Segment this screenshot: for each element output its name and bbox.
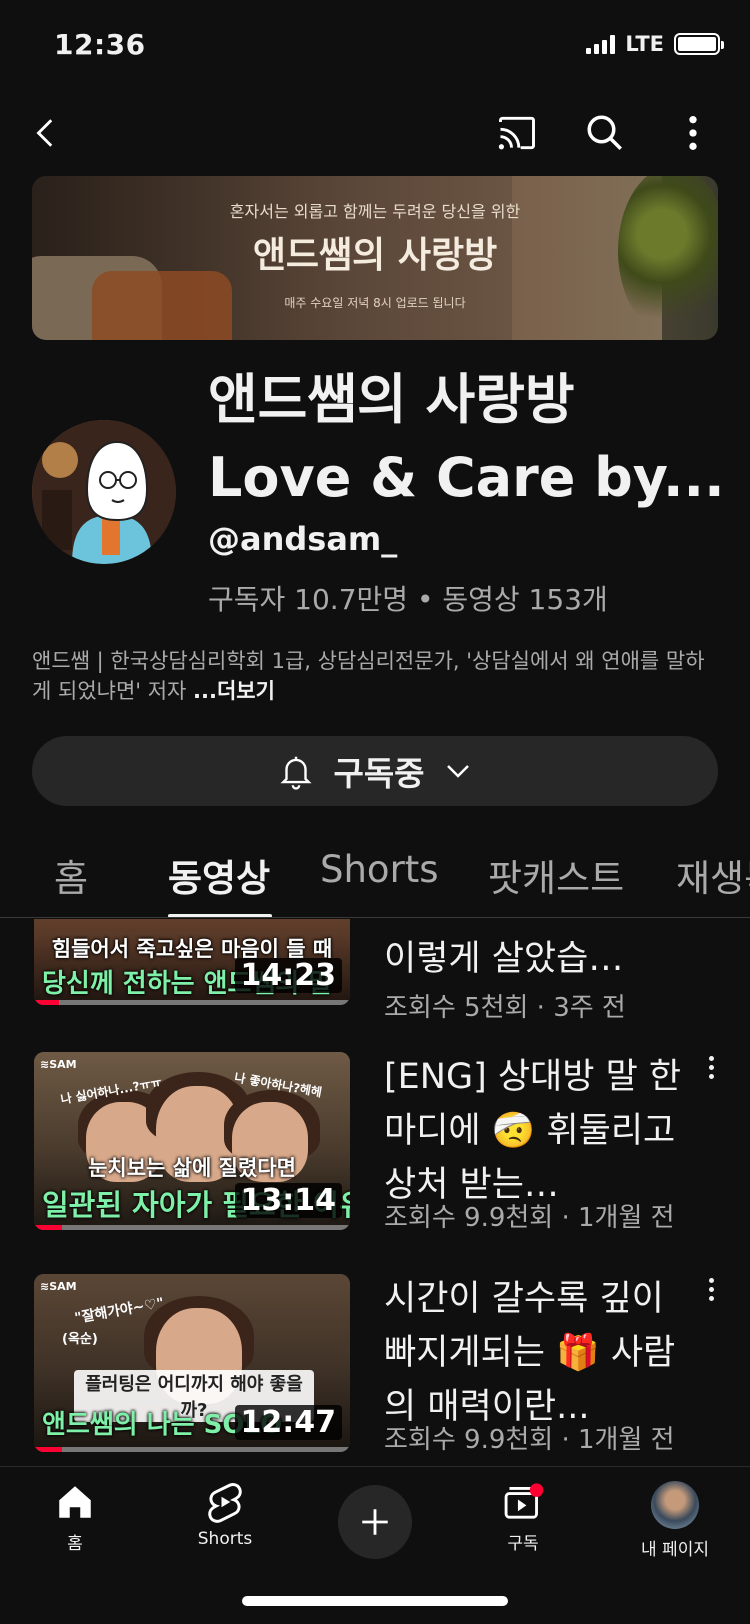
bell-icon [280,756,312,790]
subscriptions-icon [504,1483,544,1519]
create-button[interactable] [338,1485,412,1559]
nav-me[interactable]: 내 페이지 [620,1481,730,1560]
thumbnail-bubble: (옥순) [62,1332,98,1347]
chevron-down-icon [446,765,469,778]
status-icons: LTE [586,32,724,56]
video-item[interactable]: ≋SAM "잘해가야~♡" (옥순) 플러팅은 어디까지 해야 좋을까? 앤드쌤… [0,1274,750,1464]
video-thumbnail[interactable]: 힘들어서 죽고싶은 마음이 들 때 당신께 전하는 앤드쌤의 말 14:23 [34,919,350,1005]
status-bar: 12:36 LTE [0,0,750,90]
shorts-icon [208,1483,242,1523]
watch-progress [34,1000,350,1005]
watch-progress [34,1447,350,1452]
video-meta: 조회수 9.9천회 · 1개월 전 [384,1203,675,1233]
video-title[interactable]: 이렇게 살았습… [384,932,704,986]
channel-logo-mark: ≋SAM [40,1058,77,1071]
banner-subtitle: 매주 수요일 저녁 8시 업로드 됩니다 [284,296,466,310]
description-text: 앤드쌤 | 한국상담심리학회 1급, 상담심리전문가, '상담실에서 왜 연애를… [32,649,705,703]
tab-videos[interactable]: 동영상 [168,848,270,902]
nav-subscriptions-label: 구독 [507,1534,539,1554]
thumbnail-caption: 눈치보는 삶에 질렸다면 [88,1156,296,1180]
user-avatar [651,1481,699,1529]
video-item[interactable]: 힘들어서 죽고싶은 마음이 들 때 당신께 전하는 앤드쌤의 말 14:23 이… [0,919,750,1023]
more-vert-icon [708,1277,714,1283]
nav-me-label: 내 페이지 [641,1540,709,1560]
channel-stats: 구독자 10.7만명 • 동영상 153개 [208,583,608,616]
channel-title-line1: 앤드쌤의 사랑방 [208,368,575,431]
subscribed-label: 구독중 [333,754,425,793]
video-more-button[interactable] [696,1274,726,1304]
search-button[interactable] [572,100,638,166]
video-title[interactable]: 시간이 갈수록 깊이 빠지게되는 🎁 사람의 매력이란... [384,1272,704,1436]
tab-podcasts[interactable]: 팟캐스트 [488,848,624,902]
channel-title-line2: Love & Care by... [208,446,725,509]
video-more-button[interactable] [696,1052,726,1082]
video-item[interactable]: ≋SAM 나 싫어하나...?ㅠㅠ 나 좋아하나?헤헤 눈치보는 삶에 질렸다면… [0,1052,750,1242]
back-button[interactable] [14,100,80,166]
active-tab-indicator [168,914,272,917]
banner-tagline: 혼자서는 외롭고 함께는 두려운 당신을 위한 [229,202,521,221]
video-thumbnail[interactable]: ≋SAM 나 싫어하나...?ㅠㅠ 나 좋아하나?헤헤 눈치보는 삶에 질렸다면… [34,1052,350,1230]
status-time: 12:36 [54,28,146,61]
channel-logo-mark: ≋SAM [40,1280,77,1293]
video-duration: 14:23 [234,958,342,993]
channel-tabs: 홈 동영상 Shorts 팟캐스트 재생목록 [0,828,750,918]
plus-icon [362,1509,388,1535]
top-app-bar [0,100,750,166]
more-link[interactable]: ...더보기 [193,679,275,703]
more-vert-icon [708,1055,714,1061]
subscribed-button[interactable]: 구독중 [32,736,718,806]
channel-banner: 혼자서는 외롭고 함께는 두려운 당신을 위한 앤드쌤의 사랑방 매주 수요일 … [32,176,718,340]
home-indicator [242,1596,508,1606]
tab-playlists[interactable]: 재생목록 [676,848,750,902]
video-duration: 12:47 [234,1405,342,1440]
video-title[interactable]: [ENG] 상대방 말 한마디에 🤕 휘둘리고 상처 받는… [384,1050,704,1214]
video-list[interactable]: 힘들어서 죽고싶은 마음이 들 때 당신께 전하는 앤드쌤의 말 14:23 이… [0,919,750,1466]
tab-home[interactable]: 홈 [54,848,88,902]
channel-avatar[interactable] [32,420,176,564]
network-label: LTE [625,32,664,56]
channel-handle: @andsam_ [208,520,398,558]
nav-shorts[interactable]: Shorts [170,1481,280,1549]
video-meta: 조회수 5천회 · 3주 전 [384,993,626,1023]
more-vert-icon [689,116,697,150]
tab-shorts[interactable]: Shorts [320,848,439,891]
battery-icon [674,33,724,55]
channel-description[interactable]: 앤드쌤 | 한국상담심리학회 1급, 상담심리전문가, '상담실에서 왜 연애를… [32,646,722,706]
signal-icon [586,34,616,54]
nav-subscriptions[interactable]: 구독 [468,1481,578,1554]
more-options-button[interactable] [660,100,726,166]
banner-title: 앤드쌤의 사랑방 [252,234,498,276]
back-arrow-icon [36,119,53,147]
nav-home[interactable]: 홈 [20,1481,130,1554]
nav-home-label: 홈 [67,1534,83,1554]
nav-shorts-label: Shorts [197,1529,253,1549]
cast-icon [498,116,535,150]
cast-button[interactable] [484,100,550,166]
video-duration: 13:14 [234,1183,342,1218]
search-icon [587,115,622,150]
home-icon [59,1486,91,1518]
video-thumbnail[interactable]: ≋SAM "잘해가야~♡" (옥순) 플러팅은 어디까지 해야 좋을까? 앤드쌤… [34,1274,350,1452]
avatar-illustration [32,420,176,564]
video-meta: 조회수 9.9천회 · 1개월 전 [384,1425,675,1455]
watch-progress [34,1225,350,1230]
